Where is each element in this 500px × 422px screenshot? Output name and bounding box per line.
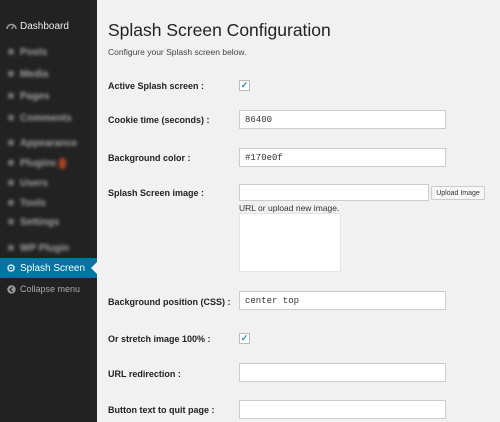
gear-icon: ⚙: [6, 262, 16, 275]
page-title: Splash Screen Configuration: [108, 20, 331, 40]
sidebar-item-pages[interactable]: ■ Pages: [0, 86, 97, 106]
sidebar-item-label: Plugins: [20, 157, 57, 169]
dashboard-icon: [2, 21, 20, 32]
stretch-image-checkbox[interactable]: ✓: [239, 333, 250, 344]
sidebar-item-label: Users: [20, 177, 48, 189]
media-icon: ■: [7, 68, 15, 80]
user-icon: ■: [7, 177, 15, 189]
sidebar-item-appearance[interactable]: ■ Appearance: [0, 133, 97, 153]
sidebar-item-plugins[interactable]: ■ Plugins: [0, 153, 97, 173]
sidebar-item-tools[interactable]: ■ Tools: [0, 193, 97, 213]
background-color-label: Background color :: [108, 153, 191, 163]
plugin-icon: ■: [7, 242, 15, 254]
checkmark-icon: ✓: [240, 333, 249, 343]
quit-button-text-input[interactable]: [239, 400, 446, 419]
splash-image-input[interactable]: [239, 184, 429, 201]
page-icon: ■: [7, 90, 15, 102]
sidebar-item-label: Media: [20, 68, 49, 80]
quit-button-text-label: Button text to quit page :: [108, 405, 215, 415]
checkmark-icon: ✓: [240, 80, 249, 90]
update-count-badge: [59, 157, 67, 169]
pin-icon: ■: [7, 46, 15, 58]
cookie-time-label: Cookie time (seconds) :: [108, 115, 210, 125]
sidebar-item-dashboard[interactable]: Dashboard: [0, 16, 97, 36]
background-color-input[interactable]: #170e0f: [239, 148, 446, 167]
main-content: Splash Screen Configuration Configure yo…: [97, 0, 500, 422]
sidebar-item-label: Tools: [20, 197, 46, 209]
background-position-label: Background position (CSS) :: [108, 297, 231, 307]
sidebar-item-users[interactable]: ■ Users: [0, 173, 97, 193]
sidebar-item-splash-screen[interactable]: ⚙ Splash Screen: [0, 258, 97, 278]
comment-icon: ■: [7, 112, 15, 124]
wrench-icon: ■: [7, 197, 15, 209]
upload-image-button[interactable]: Upload Image: [431, 186, 485, 200]
background-position-input[interactable]: center top: [239, 291, 446, 310]
sidebar-item-settings[interactable]: ■ Settings: [0, 212, 97, 232]
collapse-menu-button[interactable]: Collapse menu: [0, 279, 97, 299]
admin-sidebar: Dashboard ■ Posts ■ Media ■ Pages ■ Comm…: [0, 0, 97, 422]
collapse-menu-label: Collapse menu: [20, 284, 81, 294]
collapse-icon: [2, 284, 20, 294]
sidebar-item-posts[interactable]: ■ Posts: [0, 42, 97, 62]
sidebar-item-label: Posts: [20, 46, 48, 58]
url-redirection-label: URL redirection :: [108, 369, 181, 379]
url-redirection-input[interactable]: [239, 363, 446, 382]
sidebar-item-label: Settings: [20, 216, 60, 228]
sidebar-item-wp-plugin[interactable]: ■ WP Plugin: [0, 238, 97, 258]
splash-image-label: Splash Screen image :: [108, 188, 205, 198]
active-splash-checkbox[interactable]: ✓: [239, 80, 250, 91]
active-splash-label: Active Splash screen :: [108, 81, 205, 91]
sidebar-item-label: Appearance: [20, 137, 78, 149]
sidebar-item-label: Dashboard: [20, 20, 69, 32]
sidebar-item-label: Pages: [20, 90, 50, 102]
sidebar-item-label: WP Plugin: [20, 242, 70, 254]
brush-icon: ■: [7, 137, 15, 149]
plugin-icon: ■: [7, 157, 15, 169]
sidebar-item-label: Splash Screen: [20, 262, 86, 274]
image-help-text: URL or upload new image.: [239, 203, 340, 213]
cookie-time-input[interactable]: 86400: [239, 110, 446, 129]
image-preview: [239, 213, 341, 272]
page-subtitle: Configure your Splash screen below.: [108, 47, 247, 57]
sidebar-item-comments[interactable]: ■ Comments: [0, 108, 97, 128]
sidebar-item-label: Comments: [20, 112, 72, 124]
sidebar-item-media[interactable]: ■ Media: [0, 64, 97, 84]
settings-icon: ■: [7, 216, 15, 228]
stretch-image-label: Or stretch image 100% :: [108, 334, 211, 344]
